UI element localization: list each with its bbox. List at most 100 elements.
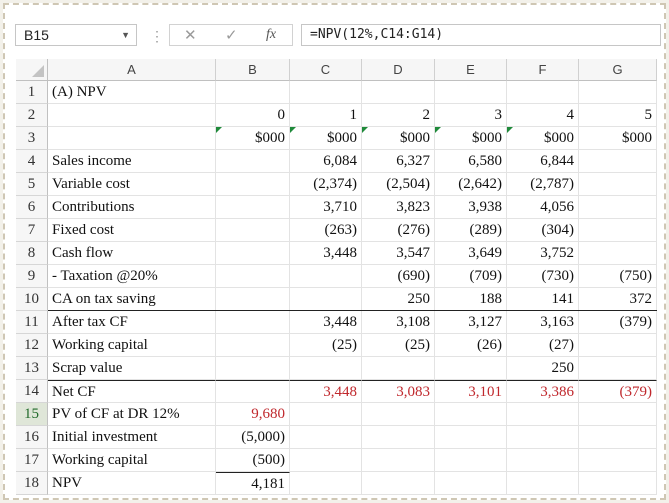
column-header-A[interactable]: A <box>48 59 216 81</box>
cell-B13[interactable] <box>216 357 290 380</box>
row-header-11[interactable]: 11 <box>16 311 48 334</box>
cell-F4[interactable]: 6,844 <box>507 150 579 173</box>
cell-D8[interactable]: 3,547 <box>362 242 435 265</box>
cell-F1[interactable] <box>507 81 579 104</box>
cell-B10[interactable] <box>216 288 290 311</box>
cell-B4[interactable] <box>216 150 290 173</box>
cell-G12[interactable] <box>579 334 657 357</box>
cell-C12[interactable]: (25) <box>290 334 362 357</box>
cell-D12[interactable]: (25) <box>362 334 435 357</box>
cell-G4[interactable] <box>579 150 657 173</box>
cell-C2[interactable]: 1 <box>290 104 362 127</box>
cell-E2[interactable]: 3 <box>435 104 507 127</box>
cell-A6[interactable]: Contributions <box>48 196 216 219</box>
name-box[interactable]: B15 ▼ <box>15 24 137 46</box>
cell-E1[interactable] <box>435 81 507 104</box>
cell-A4[interactable]: Sales income <box>48 150 216 173</box>
cell-C5[interactable]: (2,374) <box>290 173 362 196</box>
cell-D16[interactable] <box>362 426 435 449</box>
cell-A11[interactable]: After tax CF <box>48 311 216 334</box>
cell-E10[interactable]: 188 <box>435 288 507 311</box>
cell-C6[interactable]: 3,710 <box>290 196 362 219</box>
cell-B2[interactable]: 0 <box>216 104 290 127</box>
row-header-8[interactable]: 8 <box>16 242 48 265</box>
cell-C17[interactable] <box>290 449 362 472</box>
cell-C3[interactable]: $000 <box>290 127 362 150</box>
cell-C15[interactable] <box>290 403 362 426</box>
cell-G3[interactable]: $000 <box>579 127 657 150</box>
cell-E6[interactable]: 3,938 <box>435 196 507 219</box>
cell-E18[interactable] <box>435 472 507 495</box>
column-header-F[interactable]: F <box>507 59 579 81</box>
formula-input[interactable]: =NPV(12%,C14:G14) <box>301 24 661 46</box>
cell-D14[interactable]: 3,083 <box>362 380 435 403</box>
cell-B17[interactable]: (500) <box>216 449 290 472</box>
cell-A12[interactable]: Working capital <box>48 334 216 357</box>
cell-F14[interactable]: 3,386 <box>507 380 579 403</box>
cell-A14[interactable]: Net CF <box>48 380 216 403</box>
cell-D6[interactable]: 3,823 <box>362 196 435 219</box>
cell-A7[interactable]: Fixed cost <box>48 219 216 242</box>
row-header-18[interactable]: 18 <box>16 472 48 495</box>
cell-G7[interactable] <box>579 219 657 242</box>
row-header-16[interactable]: 16 <box>16 426 48 449</box>
cell-E9[interactable]: (709) <box>435 265 507 288</box>
cell-A16[interactable]: Initial investment <box>48 426 216 449</box>
cell-E5[interactable]: (2,642) <box>435 173 507 196</box>
cell-B6[interactable] <box>216 196 290 219</box>
cell-D7[interactable]: (276) <box>362 219 435 242</box>
column-header-B[interactable]: B <box>216 59 290 81</box>
row-header-9[interactable]: 9 <box>16 265 48 288</box>
cell-A8[interactable]: Cash flow <box>48 242 216 265</box>
cell-C8[interactable]: 3,448 <box>290 242 362 265</box>
cell-C9[interactable] <box>290 265 362 288</box>
cell-C13[interactable] <box>290 357 362 380</box>
cell-F10[interactable]: 141 <box>507 288 579 311</box>
cell-D2[interactable]: 2 <box>362 104 435 127</box>
cell-G14[interactable]: (379) <box>579 380 657 403</box>
row-header-15[interactable]: 15 <box>16 403 48 426</box>
row-header-6[interactable]: 6 <box>16 196 48 219</box>
cell-C14[interactable]: 3,448 <box>290 380 362 403</box>
cell-A18[interactable]: NPV <box>48 472 216 495</box>
row-header-4[interactable]: 4 <box>16 150 48 173</box>
cell-D11[interactable]: 3,108 <box>362 311 435 334</box>
cell-A1[interactable]: (A) NPV <box>48 81 216 104</box>
cell-F5[interactable]: (2,787) <box>507 173 579 196</box>
cell-E8[interactable]: 3,649 <box>435 242 507 265</box>
cell-A10[interactable]: CA on tax saving <box>48 288 216 311</box>
row-header-14[interactable]: 14 <box>16 380 48 403</box>
cell-C1[interactable] <box>290 81 362 104</box>
cell-G11[interactable]: (379) <box>579 311 657 334</box>
cell-F7[interactable]: (304) <box>507 219 579 242</box>
cell-D18[interactable] <box>362 472 435 495</box>
cell-D5[interactable]: (2,504) <box>362 173 435 196</box>
cell-C11[interactable]: 3,448 <box>290 311 362 334</box>
row-header-10[interactable]: 10 <box>16 288 48 311</box>
row-header-1[interactable]: 1 <box>16 81 48 104</box>
cell-E13[interactable] <box>435 357 507 380</box>
cell-C16[interactable] <box>290 426 362 449</box>
cell-B5[interactable] <box>216 173 290 196</box>
cell-D15[interactable] <box>362 403 435 426</box>
cell-D10[interactable]: 250 <box>362 288 435 311</box>
row-header-2[interactable]: 2 <box>16 104 48 127</box>
cell-B1[interactable] <box>216 81 290 104</box>
cell-F18[interactable] <box>507 472 579 495</box>
cell-B8[interactable] <box>216 242 290 265</box>
cell-E15[interactable] <box>435 403 507 426</box>
cell-A2[interactable] <box>48 104 216 127</box>
cell-F17[interactable] <box>507 449 579 472</box>
cell-F9[interactable]: (730) <box>507 265 579 288</box>
cell-A5[interactable]: Variable cost <box>48 173 216 196</box>
row-header-13[interactable]: 13 <box>16 357 48 380</box>
column-header-D[interactable]: D <box>362 59 435 81</box>
cell-G13[interactable] <box>579 357 657 380</box>
cell-D9[interactable]: (690) <box>362 265 435 288</box>
cell-B18[interactable]: 4,181 <box>216 472 290 495</box>
cell-C4[interactable]: 6,084 <box>290 150 362 173</box>
cell-E7[interactable]: (289) <box>435 219 507 242</box>
cell-G16[interactable] <box>579 426 657 449</box>
cell-D1[interactable] <box>362 81 435 104</box>
cell-G9[interactable]: (750) <box>579 265 657 288</box>
